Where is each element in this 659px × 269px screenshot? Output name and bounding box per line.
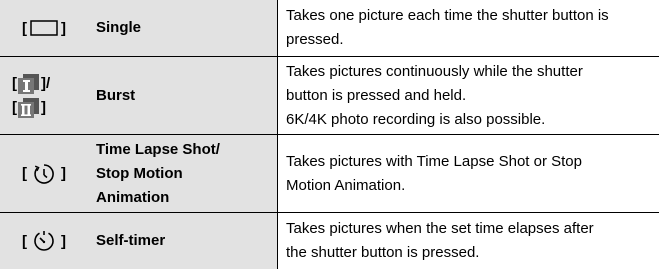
mode-description: Takes pictures continuously while the sh… (286, 57, 656, 134)
burst-mid-line: [ ] (12, 96, 46, 120)
mode-name: Single (96, 19, 142, 36)
icon-cell: [ ] (0, 213, 88, 269)
description-line: Takes pictures when the set time elapses… (286, 220, 594, 237)
self-timer-icon (33, 230, 55, 252)
drive-mode-table: [ ] Single Takes one picture each time t… (0, 0, 659, 269)
table-row-self-timer: [ ] Self-timer Takes pictures when the s… (0, 213, 659, 269)
description-line: 6K/4K photo recording is also possible. (286, 110, 546, 128)
icon-cell: [ ] (0, 135, 88, 212)
bracket-open: [ (12, 98, 17, 116)
bracket-open: [ (12, 74, 17, 92)
bracket-open: [ (22, 232, 27, 250)
description-line: button is pressed and held. (286, 86, 467, 104)
bracket-close: ] (61, 165, 66, 182)
bracket-close: ] (61, 232, 66, 250)
table-row-single: [ ] Single Takes one picture each time t… (0, 0, 659, 56)
mode-name: Burst (96, 86, 136, 104)
description-line: pressed. (286, 31, 344, 48)
table-row-burst: [ ]/ [] Burst Takes pictures continuous… (0, 57, 659, 134)
bracket-close: ] (61, 19, 66, 37)
burst-high-line: [ ]/ (12, 72, 50, 96)
bracket-open: [ (22, 165, 27, 182)
icon-cell: [ ] (0, 0, 88, 56)
mode-name: Time Lapse Shot/ Stop Motion Animation (96, 135, 274, 212)
description-line: Takes pictures with Time Lapse Shot or S… (286, 152, 582, 170)
description-line: Takes pictures continuously while the sh… (286, 62, 583, 80)
icon-cell: [ ]/ [] (0, 57, 88, 134)
mode-name-line: Time Lapse Shot/ (96, 140, 220, 158)
column-divider (277, 0, 278, 269)
description-line: the shutter button is pressed. (286, 244, 480, 261)
bracket-open: [ (22, 19, 27, 37)
table-row-time-lapse: [ ] Time Lapse Shot/ Stop Motion Animati… (0, 135, 659, 212)
mode-name-line: Stop Motion (96, 164, 183, 182)
time-lapse-icon (33, 163, 55, 185)
mode-description: Takes pictures with Time Lapse Shot or S… (286, 135, 656, 212)
description-line: Motion Animation. (286, 176, 406, 194)
mode-description: Takes one picture each time the shutter … (286, 0, 656, 56)
burst-high-icon (18, 73, 40, 94)
burst-icon: [ ]/ [] (12, 72, 50, 120)
mode-name-line: Animation (96, 188, 170, 206)
mode-name: Self-timer (96, 232, 166, 249)
burst-mid-icon (18, 97, 40, 118)
single-frame-icon (30, 20, 58, 36)
description-line: Takes one picture each time the shutter … (286, 7, 609, 24)
bracket-close: ] (41, 98, 46, 116)
bracket-close: ]/ (41, 74, 51, 92)
mode-description: Takes pictures when the set time elapses… (286, 213, 656, 269)
